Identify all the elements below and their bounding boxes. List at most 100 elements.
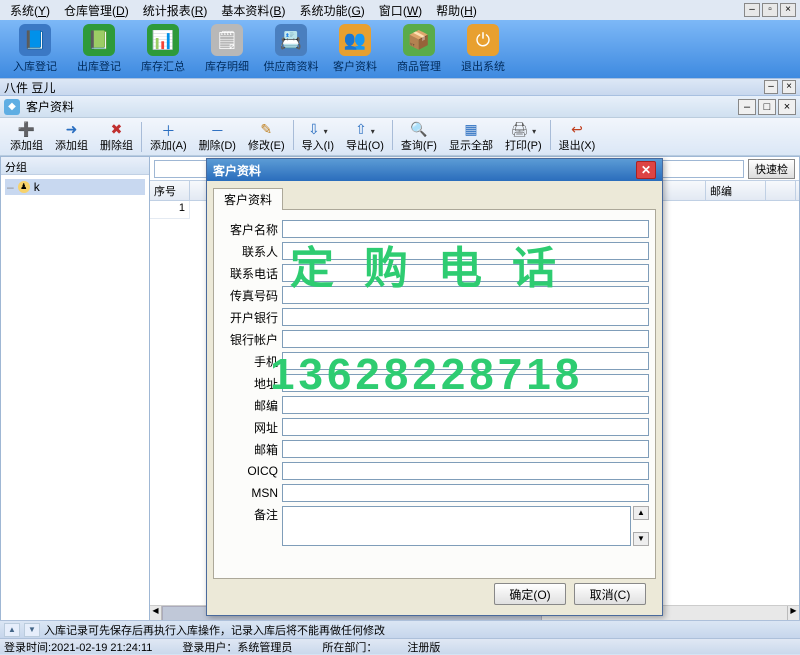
field-label-contact: 联系人: [220, 243, 278, 260]
quick-search-button[interactable]: 快速检: [748, 159, 795, 179]
column-header[interactable]: [766, 181, 796, 200]
toolbar-separator: [141, 122, 142, 152]
toolbar2-打印(P)[interactable]: 🖨 ▾打印(P): [499, 120, 548, 154]
toolbar2-添加(A)[interactable]: ＋添加(A): [144, 120, 193, 154]
field-input-contact[interactable]: [282, 242, 649, 260]
bigtoolbar-btn-1[interactable]: 📗 出库登记: [70, 23, 128, 75]
tb-icon: －: [210, 121, 224, 137]
group-tree[interactable]: – ♟ k: [1, 175, 149, 621]
status-next-icon[interactable]: ▼: [24, 623, 40, 637]
menu-window[interactable]: 窗口(W): [373, 2, 428, 19]
textarea-scroll-down[interactable]: ▼: [633, 532, 649, 546]
menu-system[interactable]: 系统(Y): [4, 2, 56, 19]
bigtoolbar-btn-5[interactable]: 👥客户资料: [326, 23, 384, 75]
tb-label: 修改(E): [248, 137, 285, 153]
mdi-close[interactable]: ×: [782, 80, 796, 94]
tb-label: 导入(I): [302, 137, 334, 153]
mdi-tab[interactable]: 八件 豆儿: [4, 79, 55, 96]
field-input-name[interactable]: [282, 220, 649, 238]
field-input-email[interactable]: [282, 440, 649, 458]
toolbar-label: 商品管理: [397, 58, 441, 74]
toolbar-label: 出库登记: [77, 58, 121, 74]
cancel-button[interactable]: 取消(C): [574, 583, 646, 605]
close-button[interactable]: ×: [780, 3, 796, 17]
status-prev-icon[interactable]: ▲: [4, 623, 20, 637]
tree-item[interactable]: – ♟ k: [5, 179, 145, 195]
bigtoolbar-btn-4[interactable]: 📇供应商资料: [262, 23, 320, 75]
column-header[interactable]: 邮编: [706, 181, 766, 200]
tb-label: 退出(X): [559, 137, 596, 153]
toolbar2-添加组[interactable]: ➕添加组: [4, 120, 49, 154]
field-label-oicq: OICQ: [220, 464, 278, 478]
menu-basicdata[interactable]: 基本资料(B): [215, 2, 291, 19]
field-input-url[interactable]: [282, 418, 649, 436]
toolbar2-导入(I)[interactable]: ⇩ ▾导入(I): [296, 120, 340, 154]
main-toolbar: 📘入库登记 📗 出库登记 📊库存汇总 🗒 库存明细 📇供应商资料👥客户资料📦商品管理⏻退出系…: [0, 20, 800, 78]
field-input-bank[interactable]: [282, 308, 649, 326]
field-input-msn[interactable]: [282, 484, 649, 502]
tb-icon: ➕: [18, 121, 35, 137]
field-input-mobile[interactable]: [282, 352, 649, 370]
toolbar-label: 客户资料: [333, 58, 377, 74]
toolbar2-退出(X)[interactable]: ↩退出(X): [553, 120, 602, 154]
column-header[interactable]: 序号: [150, 181, 190, 200]
bigtoolbar-btn-3[interactable]: 🗒 库存明细: [198, 23, 256, 75]
dialog-title: 客户资料: [213, 162, 261, 179]
textarea-scroll-up[interactable]: ▲: [633, 506, 649, 520]
user-icon: ♟: [18, 181, 30, 193]
tb-icon: 🖨 ▾: [510, 121, 536, 137]
menu-sysfunc[interactable]: 系统功能(G): [293, 2, 370, 19]
field-label-phone: 联系电话: [220, 265, 278, 282]
child-close[interactable]: ×: [778, 99, 796, 115]
tb-icon: ↩: [571, 121, 583, 137]
minimize-button[interactable]: –: [744, 3, 760, 17]
menu-warehouse[interactable]: 仓库管理(D): [58, 2, 135, 19]
bigtoolbar-btn-0[interactable]: 📘入库登记: [6, 23, 64, 75]
cell-seq: 1: [150, 201, 190, 219]
tb-label: 添加组: [10, 137, 43, 153]
dialog-close-button[interactable]: ✕: [636, 161, 656, 179]
restore-button[interactable]: ▫: [762, 3, 778, 17]
menu-report[interactable]: 统计报表(R): [137, 2, 214, 19]
tb-icon: ＋: [161, 121, 175, 137]
field-label-remark: 备注: [220, 506, 278, 523]
child-title: 客户资料: [26, 98, 74, 115]
toolbar2-导出(O)[interactable]: ⇧ ▾导出(O): [340, 120, 390, 154]
field-input-phone[interactable]: [282, 264, 649, 282]
field-label-addr: 地址: [220, 375, 278, 392]
toolbar-icon: 🗒: [211, 24, 243, 56]
bigtoolbar-btn-6[interactable]: 📦商品管理: [390, 23, 448, 75]
toolbar2-查询(F)[interactable]: 🔍查询(F): [395, 120, 443, 154]
toolbar-icon: 📗: [83, 24, 115, 56]
ok-button[interactable]: 确定(O): [494, 583, 566, 605]
child-minimize[interactable]: –: [738, 99, 756, 115]
toolbar2-修改(E)[interactable]: ✎修改(E): [242, 120, 291, 154]
field-input-zip[interactable]: [282, 396, 649, 414]
toolbar-label: 供应商资料: [264, 58, 319, 74]
group-header: 分组: [1, 157, 149, 175]
tb-icon: ⇧ ▾: [355, 121, 375, 137]
field-label-msn: MSN: [220, 486, 278, 500]
child-titlebar: ◆ 客户资料 – □ ×: [0, 96, 800, 118]
toolbar2-删除组[interactable]: ✖删除组: [94, 120, 139, 154]
field-input-oicq[interactable]: [282, 462, 649, 480]
field-input-remark[interactable]: [282, 506, 631, 546]
child-maximize[interactable]: □: [758, 99, 776, 115]
tb-label: 查询(F): [401, 137, 437, 153]
toolbar2-删除(D)[interactable]: －删除(D): [193, 120, 242, 154]
mdi-minimize[interactable]: –: [764, 80, 778, 94]
menu-help[interactable]: 帮助(H): [430, 2, 483, 19]
bigtoolbar-btn-7[interactable]: ⏻退出系统: [454, 23, 512, 75]
field-input-fax[interactable]: [282, 286, 649, 304]
tb-label: 导出(O): [346, 137, 384, 153]
dialog-tab[interactable]: 客户资料: [213, 188, 283, 210]
toolbar2-显示全部[interactable]: ▦显示全部: [443, 120, 499, 154]
app-icon: ◆: [4, 99, 20, 115]
toolbar-label: 库存明细: [205, 58, 249, 74]
dialog-titlebar[interactable]: 客户资料 ✕: [207, 159, 662, 181]
toolbar2-添加组[interactable]: ➜添加组: [49, 120, 94, 154]
field-input-addr[interactable]: [282, 374, 649, 392]
toolbar-label: 入库登记: [13, 58, 57, 74]
bigtoolbar-btn-2[interactable]: 📊库存汇总: [134, 23, 192, 75]
field-input-account[interactable]: [282, 330, 649, 348]
